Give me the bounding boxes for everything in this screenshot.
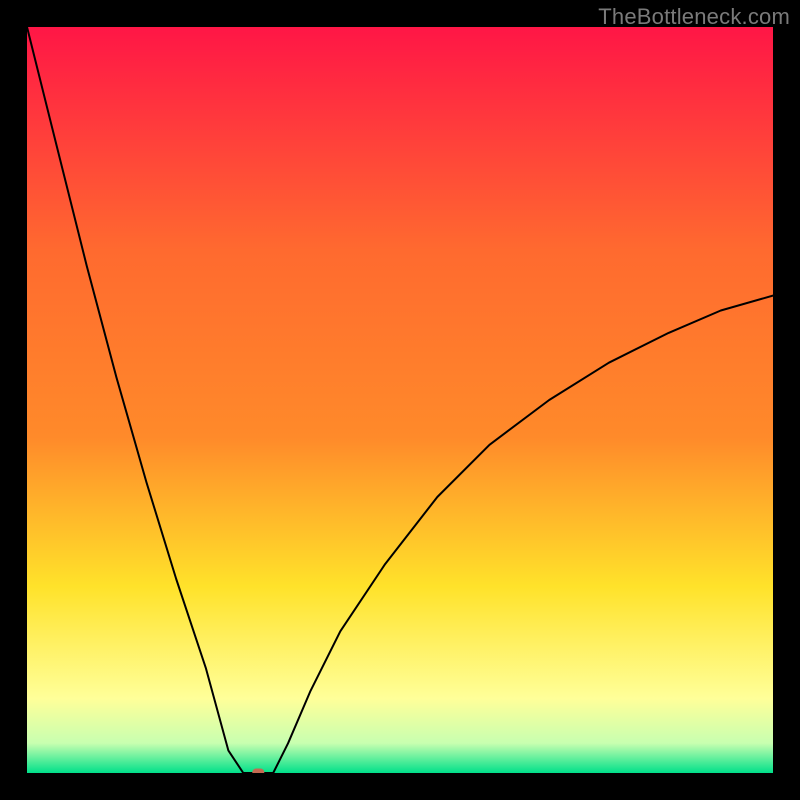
- chart-frame: TheBottleneck.com: [0, 0, 800, 800]
- plot-area: [27, 27, 773, 773]
- chart-canvas: [27, 27, 773, 773]
- marker-point: [252, 769, 264, 774]
- watermark-text: TheBottleneck.com: [598, 4, 790, 30]
- gradient-background: [27, 27, 773, 773]
